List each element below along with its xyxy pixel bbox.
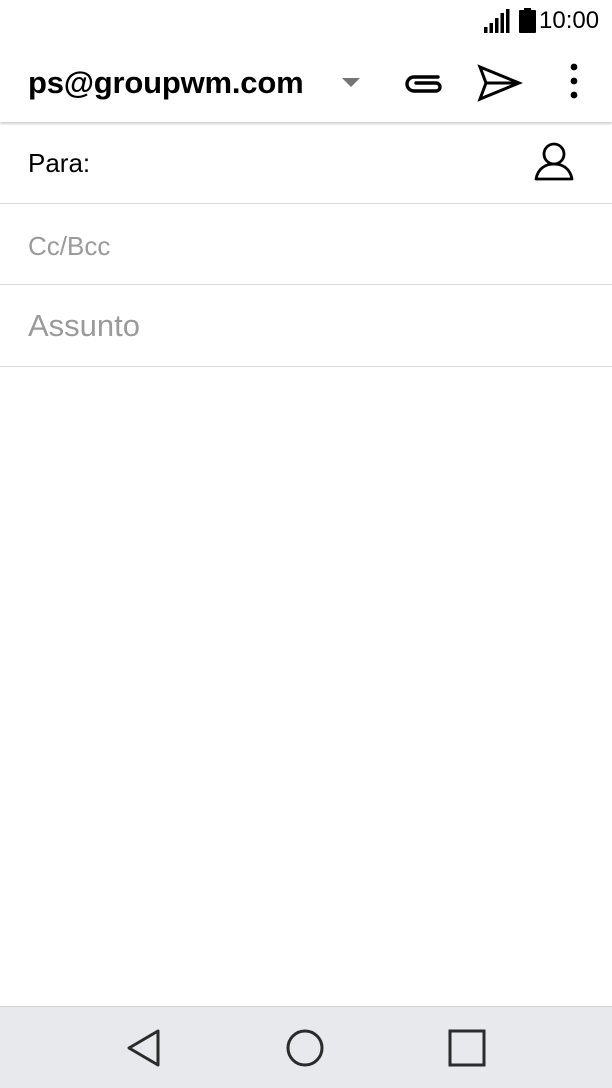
dropdown-caret-icon[interactable]: [342, 76, 360, 88]
paperclip-icon[interactable]: [398, 62, 452, 106]
back-triangle-icon[interactable]: [124, 1027, 164, 1069]
account-selector[interactable]: ps@groupwm.com: [28, 64, 304, 102]
recent-apps-square-icon[interactable]: [446, 1027, 488, 1069]
cc-bcc-placeholder: Cc/Bcc: [28, 231, 111, 261]
battery-icon: [519, 8, 536, 33]
contact-person-icon[interactable]: [530, 139, 578, 185]
more-vert-icon[interactable]: [560, 60, 588, 106]
navigation-bar: [0, 1006, 612, 1088]
status-bar: 10:00: [0, 0, 612, 42]
send-icon[interactable]: [474, 60, 524, 106]
subject-field[interactable]: Assunto: [0, 286, 612, 367]
subject-placeholder: Assunto: [28, 308, 141, 343]
signal-bars-icon: [484, 9, 510, 33]
message-body-input[interactable]: [0, 368, 612, 1006]
status-time: 10:00: [539, 7, 600, 34]
to-field[interactable]: Para:: [0, 123, 612, 204]
compose-toolbar: ps@groupwm.com: [0, 42, 612, 122]
home-circle-icon[interactable]: [284, 1027, 326, 1069]
to-label: Para:: [28, 148, 91, 178]
cc-bcc-field[interactable]: Cc/Bcc: [0, 204, 612, 285]
